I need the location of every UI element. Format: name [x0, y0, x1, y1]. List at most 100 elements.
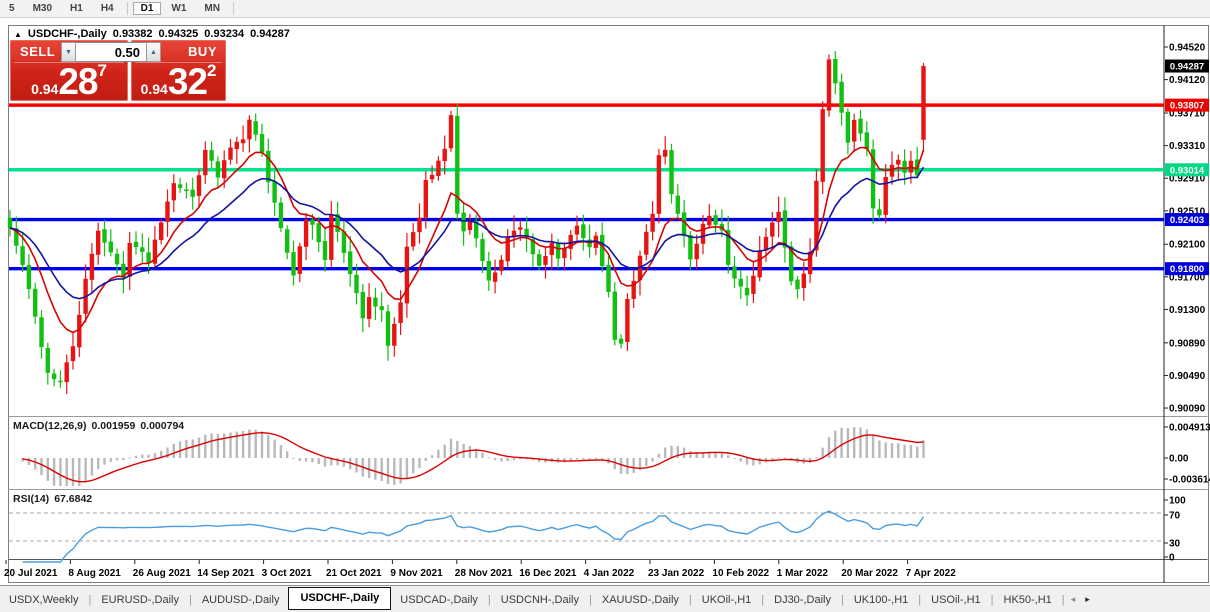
sell-price-prefix: 0.94: [31, 81, 58, 97]
tab-audusd-daily[interactable]: AUDUSD-,Daily: [193, 590, 289, 610]
tab-uk100-h1[interactable]: UK100-,H1: [845, 590, 917, 610]
axis-label: 0.00: [1169, 454, 1189, 465]
collapse-icon[interactable]: ▲: [14, 30, 22, 39]
ohlc-low: 0.93234: [204, 28, 244, 40]
tab-usdx-weekly[interactable]: USDX,Weekly: [0, 590, 87, 610]
tab-usdcad-daily[interactable]: USDCAD-,Daily: [391, 590, 487, 610]
tab-hk50-h1[interactable]: HK50-,H1: [995, 590, 1061, 610]
volume-decrease-icon[interactable]: ▼: [61, 42, 76, 62]
volume-increase-icon[interactable]: ▲: [146, 42, 161, 62]
tab-usoil-h1[interactable]: USOil-,H1: [922, 590, 990, 610]
date-label: 3 Oct 2021: [262, 568, 312, 579]
scroll-left-icon[interactable]: ◂: [1066, 592, 1081, 607]
axis-label: 0.93310: [1169, 141, 1206, 152]
macd-histogram-bar: [670, 446, 672, 458]
macd-histogram-bar: [299, 458, 301, 461]
chart-background-layer: [9, 26, 1209, 584]
price-badge-label: 0.91800: [1170, 264, 1204, 275]
macd-histogram-bar: [444, 445, 446, 458]
ohlc-open: 0.93382: [113, 28, 153, 40]
sell-price-pip: 7: [97, 61, 106, 80]
macd-histogram-bar: [368, 458, 370, 478]
axis-label: 70: [1169, 511, 1181, 522]
macd-histogram-bar: [28, 458, 30, 465]
tab-ukoil-h1[interactable]: UKOil-,H1: [693, 590, 761, 610]
macd-histogram-bar: [122, 458, 124, 460]
date-label: 4 Jan 2022: [584, 568, 635, 579]
candle: [455, 104, 459, 220]
macd-histogram-bar: [318, 458, 320, 464]
axis-label: 0.92100: [1169, 240, 1206, 251]
macd-histogram-bar: [110, 458, 112, 462]
tab-dj30-daily[interactable]: DJ30-,Daily: [765, 590, 840, 610]
macd-histogram-bar: [651, 458, 653, 461]
macd-histogram-bar: [469, 446, 471, 458]
candle: [657, 149, 661, 223]
macd-histogram-bar: [513, 458, 515, 460]
axis-label: 0.91300: [1169, 305, 1206, 316]
axis-label: 0.004913: [1169, 423, 1210, 434]
macd-histogram-bar: [885, 442, 887, 458]
rsi-value: 67.6842: [54, 493, 92, 505]
tab-xauusd-daily[interactable]: XAUUSD-,Daily: [593, 590, 688, 610]
volume-input[interactable]: [76, 42, 146, 62]
macd-histogram-bar: [381, 458, 383, 481]
macd-histogram-bar: [91, 458, 93, 476]
macd-histogram-bar: [399, 458, 401, 484]
tab-usdchf-daily[interactable]: USDCHF-,Daily: [288, 587, 391, 610]
macd-histogram-bar: [633, 458, 635, 473]
macd-histogram-bar: [437, 450, 439, 458]
date-label: 9 Nov 2021: [390, 568, 443, 579]
macd-histogram-bar: [141, 455, 143, 458]
macd-histogram-bar: [393, 458, 395, 485]
macd-histogram-bar: [658, 454, 660, 458]
volume-control: ▼ ▲: [61, 42, 161, 62]
buy-button[interactable]: BUY: [188, 44, 217, 59]
rsi-indicator-label: RSI(14) 67.6842: [13, 493, 92, 505]
axis-label: 30: [1169, 539, 1181, 550]
macd-histogram-bar: [192, 439, 194, 458]
tab-usdcnh-daily[interactable]: USDCNH-,Daily: [492, 590, 588, 610]
sell-price-big: 28: [58, 61, 97, 102]
axis-label: 0.90490: [1169, 371, 1206, 382]
trading-terminal: 5M30H1H4D1W1MN 0.945200.941200.937100.93…: [0, 0, 1210, 612]
macd-histogram-bar: [84, 458, 86, 482]
symbol-name: USDCHF-,Daily: [28, 28, 107, 40]
macd-histogram-bar: [374, 458, 376, 480]
macd-main-value: 0.001959: [92, 420, 136, 432]
scroll-right-icon[interactable]: ▸: [1080, 592, 1095, 607]
sell-quote: 0.94287: [10, 61, 128, 99]
macd-histogram-bar: [481, 453, 483, 458]
candle: [921, 63, 925, 152]
macd-histogram-bar: [292, 458, 294, 459]
macd-histogram-bar: [815, 457, 817, 458]
macd-name: MACD(12,26,9): [13, 420, 87, 432]
macd-histogram-bar: [387, 458, 389, 484]
chart-window-frame: [9, 26, 1209, 583]
macd-histogram-bar: [840, 428, 842, 458]
price-badge-label: 0.92403: [1170, 215, 1204, 226]
candle: [827, 54, 831, 116]
macd-histogram-bar: [588, 458, 590, 459]
macd-histogram-bar: [286, 451, 288, 458]
macd-signal-value: 0.000794: [140, 420, 184, 432]
ohlc-close: 0.94287: [250, 28, 290, 40]
macd-histogram-bar: [273, 440, 275, 458]
sell-button[interactable]: SELL: [20, 44, 55, 59]
macd-histogram-bar: [683, 448, 685, 458]
axis-label: 0: [1169, 553, 1175, 564]
macd-histogram-bar: [689, 451, 691, 458]
macd-histogram-bar: [494, 458, 496, 460]
price-badge-label: 0.93807: [1170, 101, 1204, 112]
macd-histogram-bar: [147, 455, 149, 458]
macd-histogram-bar: [777, 457, 779, 458]
tab-eurusd-daily[interactable]: EURUSD-,Daily: [92, 590, 188, 610]
candle: [449, 111, 453, 152]
date-label: 28 Nov 2021: [455, 568, 513, 579]
macd-histogram-bar: [853, 427, 855, 458]
macd-histogram-bar: [595, 458, 597, 459]
macd-histogram-bar: [872, 435, 874, 458]
chart-title: ▲ USDCHF-,Daily 0.93382 0.94325 0.93234 …: [14, 28, 290, 40]
buy-price-prefix: 0.94: [141, 81, 168, 97]
macd-indicator-label: MACD(12,26,9) 0.001959 0.000794: [13, 420, 184, 432]
